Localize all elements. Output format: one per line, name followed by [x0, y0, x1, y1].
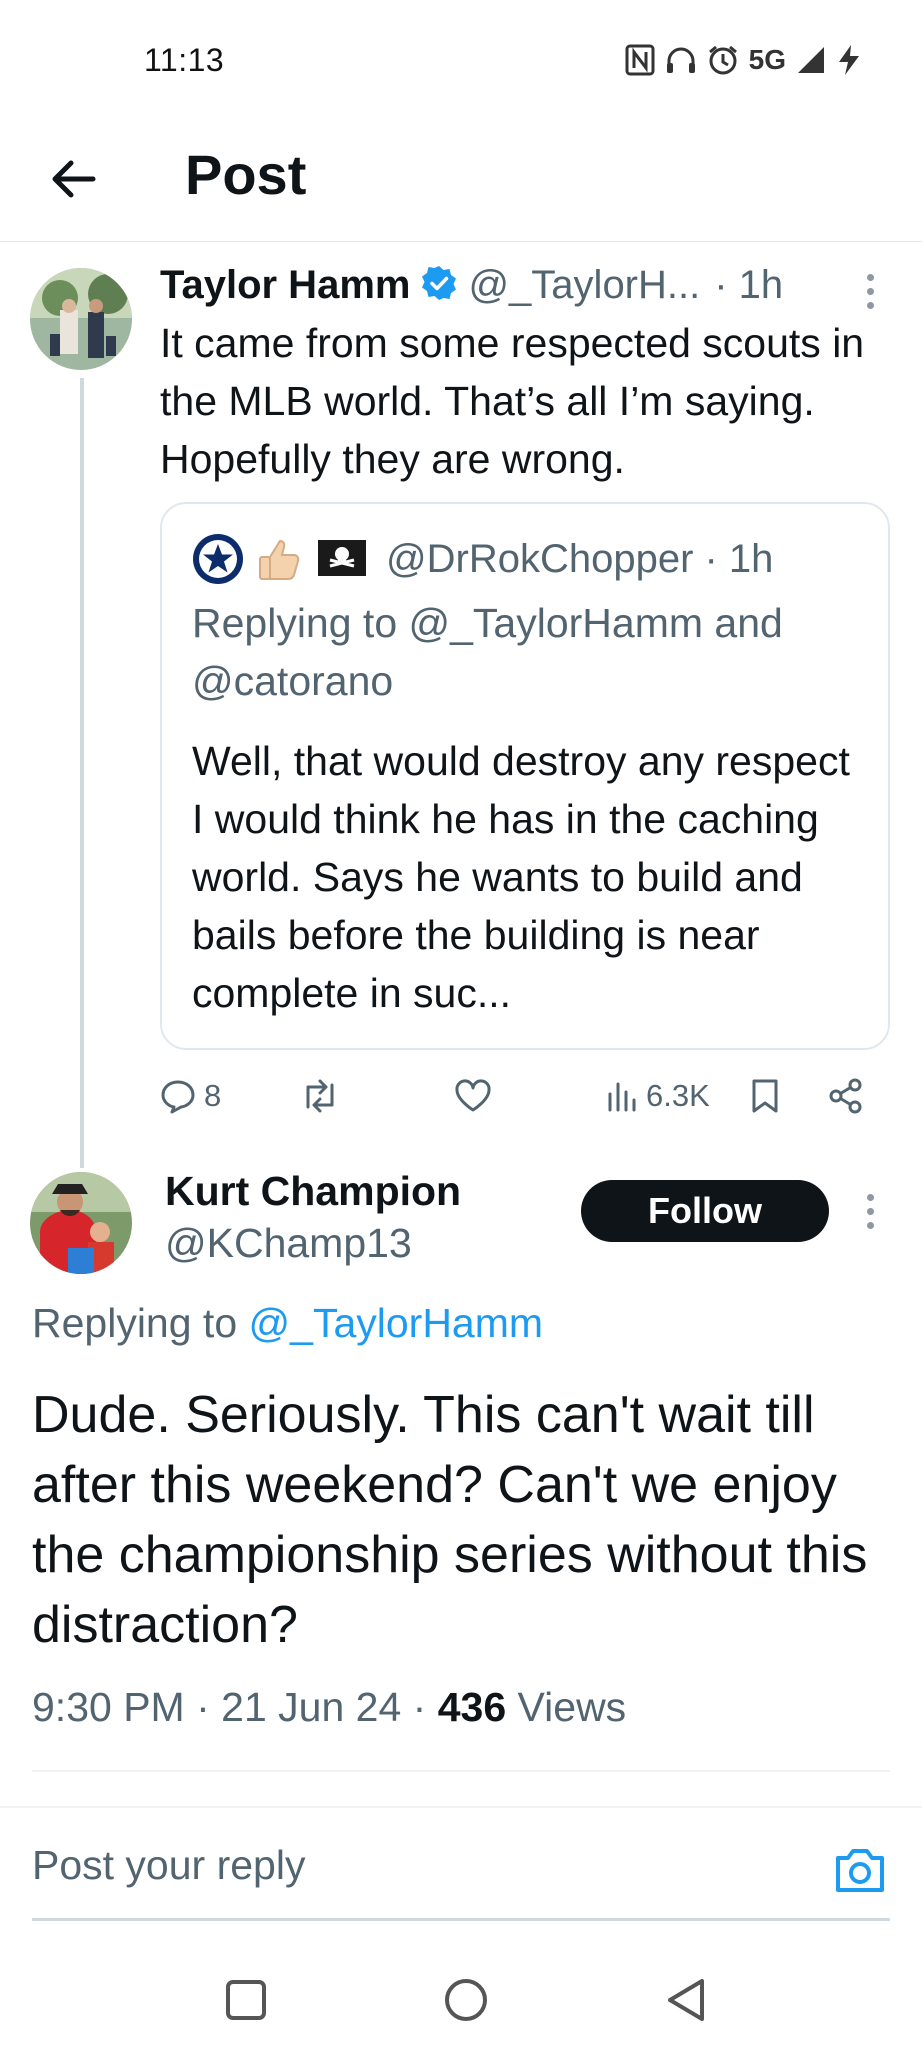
tweet2-handle[interactable]: @KChamp13 [165, 1220, 412, 1267]
tweet1-actions: 8 6.3K [160, 1068, 900, 1124]
headphones-icon [666, 47, 695, 73]
views-icon [608, 1082, 636, 1112]
bookmark-button[interactable] [750, 1068, 780, 1124]
tweet2-views-count[interactable]: 436 [438, 1684, 506, 1730]
charging-icon [839, 45, 859, 75]
reply-underline [32, 1918, 890, 1921]
status-icons: 5G [625, 36, 862, 84]
triangle-back-icon [668, 1979, 704, 2021]
quote-replying-to: Replying to @_TaylorHamm and @catorano [192, 600, 783, 704]
divider [0, 1806, 922, 1808]
replying-prefix: Replying to [32, 1300, 238, 1346]
heart-icon [455, 1079, 491, 1112]
circle-icon [445, 1979, 487, 2021]
nfc-icon [625, 44, 655, 76]
avatar-taylor-hamm[interactable] [30, 268, 132, 370]
reply-icon [161, 1080, 195, 1114]
verified-badge-icon [420, 264, 458, 307]
recents-button[interactable] [216, 1970, 276, 2030]
reply-button[interactable]: 8 [160, 1068, 221, 1124]
meta-separator: · [196, 1684, 222, 1730]
home-button[interactable] [436, 1970, 496, 2030]
tweet2-author-name[interactable]: Kurt Champion [165, 1168, 461, 1215]
star-badge-icon [193, 534, 243, 584]
quote-header: @DrRokChopper · 1h [192, 532, 773, 586]
tweet2-replying-to: Replying to @_TaylorHamm [32, 1300, 543, 1347]
replying-mention-link[interactable]: @_TaylorHamm [249, 1300, 544, 1346]
views-count: 6.3K [646, 1078, 710, 1113]
share-button[interactable] [828, 1068, 864, 1124]
tweet2-more-icon[interactable] [864, 1192, 876, 1232]
signal-icon [798, 47, 824, 73]
status-time: 11:13 [144, 42, 225, 78]
camera-button[interactable] [832, 1842, 888, 1898]
share-icon [829, 1078, 862, 1114]
bookmark-icon [752, 1079, 778, 1113]
tweet2-date: 21 Jun 24 [221, 1684, 402, 1730]
views-button[interactable]: 6.3K [606, 1068, 710, 1124]
avatar-photo [30, 1172, 132, 1274]
follow-button[interactable]: Follow [581, 1180, 829, 1242]
back-nav-button[interactable] [656, 1970, 716, 2030]
back-button[interactable] [40, 146, 106, 212]
tweet1-time: · 1h [714, 262, 784, 307]
quoted-tweet[interactable]: @DrRokChopper · 1h Replying to @_TaylorH… [160, 502, 890, 1050]
repost-button[interactable] [300, 1068, 340, 1124]
pirate-flag-icon [318, 540, 366, 576]
tweet1-author-name[interactable]: Taylor Hamm [160, 263, 410, 308]
quote-text: Well, that would destroy any respect I w… [192, 738, 850, 1016]
page-title: Post [185, 143, 307, 206]
thumbs-up-icon [259, 539, 300, 580]
network-label: 5G [748, 44, 786, 75]
arrow-left-icon [52, 160, 96, 198]
status-bar: 11:13 5G [0, 0, 922, 120]
tweet2-text: Dude. Seriously. This can't wait till af… [32, 1386, 868, 1654]
tweet1-handle[interactable]: @_TaylorH... [468, 263, 700, 308]
tweet2-views-label[interactable]: Views [518, 1684, 627, 1730]
divider [32, 1770, 890, 1772]
header: Post [0, 120, 922, 242]
quote-handle[interactable]: @DrRokChopper · 1h [386, 537, 773, 582]
avatar-kurt-champion[interactable] [30, 1172, 132, 1274]
repost-icon [306, 1079, 334, 1113]
like-button[interactable] [454, 1068, 492, 1124]
tweet2-time: 9:30 PM [32, 1684, 185, 1730]
tweet1-more-icon[interactable] [864, 272, 876, 312]
alarm-icon [708, 45, 737, 75]
tweet1-header: Taylor Hamm @_TaylorH... · 1h [160, 258, 880, 312]
meta-separator: · [412, 1684, 438, 1730]
reply-count: 8 [204, 1078, 222, 1113]
avatar-photo [30, 268, 132, 370]
thread-line [80, 378, 84, 1168]
reply-input[interactable]: Post your reply [32, 1842, 305, 1889]
tweet1-text: It came from some respected scouts in th… [160, 320, 865, 482]
square-icon [226, 1980, 266, 2020]
camera-icon [836, 1849, 884, 1892]
system-nav-bar [0, 1950, 922, 2048]
tweet2-meta: 9:30 PM · 21 Jun 24 · 436 Views [32, 1684, 626, 1731]
